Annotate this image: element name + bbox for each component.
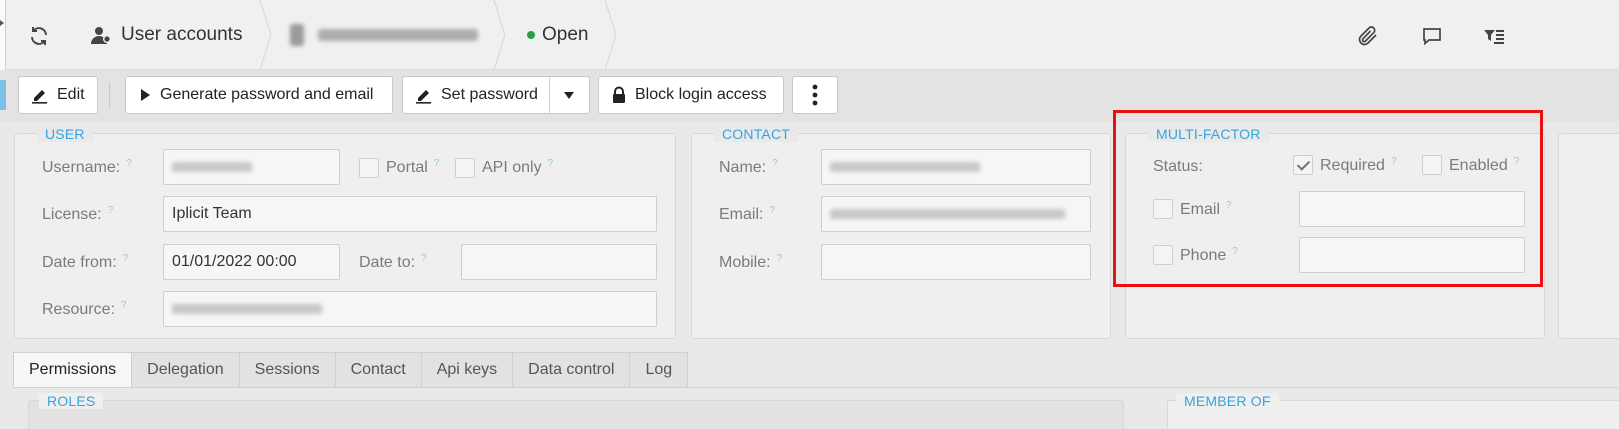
mfa-email-label: Email?: [1180, 200, 1232, 218]
contact-mobile-field[interactable]: [821, 244, 1091, 280]
user-section-title: USER: [37, 126, 93, 142]
mfa-required-checkbox[interactable]: [1293, 155, 1313, 175]
comment-icon[interactable]: [1420, 24, 1444, 48]
date-from-value: 01/01/2022 00:00: [172, 253, 297, 270]
breadcrumb-user-accounts-label: User accounts: [121, 24, 243, 45]
api-only-label: API only?: [482, 158, 554, 176]
member-of-panel: MEMBER OF: [1167, 393, 1619, 429]
portal-label: Portal?: [386, 158, 440, 176]
tab-log[interactable]: Log: [630, 352, 689, 388]
mfa-required-label: Required?: [1320, 156, 1397, 174]
chevron-down-icon[interactable]: [563, 90, 575, 100]
edit-button-label: Edit: [57, 86, 85, 103]
license-label: License:?: [42, 205, 114, 223]
dropdown-divider: [549, 77, 550, 113]
person-icon-redacted: [290, 24, 304, 46]
action-toolbar: Edit Generate password and email Set pas…: [0, 70, 1619, 122]
tab-contact[interactable]: Contact: [335, 352, 422, 388]
mfa-enabled-checkbox[interactable]: [1422, 155, 1442, 175]
contact-name-field[interactable]: [821, 149, 1091, 185]
contact-email-label: Email:?: [719, 205, 776, 223]
paperclip-icon[interactable]: [1356, 24, 1380, 48]
contact-name-label: Name:?: [719, 158, 778, 176]
contact-email-field[interactable]: [821, 196, 1091, 232]
breadcrumb-separator: [604, 0, 617, 70]
date-from-label: Date from:?: [42, 253, 129, 271]
member-of-section-title: MEMBER OF: [1176, 393, 1279, 409]
status-badge: Open: [527, 0, 588, 70]
contact-section-title: CONTACT: [714, 126, 799, 142]
date-to-label: Date to:?: [359, 253, 427, 271]
block-login-label: Block login access: [635, 86, 767, 103]
breadcrumb-person[interactable]: [290, 0, 478, 70]
tab-sessions[interactable]: Sessions: [239, 352, 336, 388]
status-dot: [527, 31, 535, 39]
username-field[interactable]: [163, 149, 340, 185]
mfa-phone-checkbox[interactable]: [1153, 245, 1173, 265]
breadcrumb-separator: [493, 0, 506, 70]
generate-password-button[interactable]: Generate password and email: [125, 76, 393, 114]
license-value: Iplicit Team: [172, 205, 252, 222]
tab-underline: [13, 387, 1619, 388]
breadcrumb-user-accounts[interactable]: User accounts: [90, 0, 242, 70]
filter-list-icon[interactable]: [1482, 24, 1506, 48]
top-bar: User accounts Open: [0, 0, 1619, 70]
mfa-status-label: Status:: [1153, 158, 1203, 175]
lock-icon: [613, 86, 625, 103]
date-from-field[interactable]: 01/01/2022 00:00: [163, 244, 340, 280]
sidebar-toggle[interactable]: [0, 0, 6, 70]
breadcrumb-separator: [259, 0, 272, 70]
block-login-button[interactable]: Block login access: [598, 76, 784, 114]
tab-api-keys[interactable]: Api keys: [421, 352, 514, 388]
mfa-phone-label: Phone?: [1180, 246, 1238, 264]
roles-panel: ROLES: [28, 393, 1124, 429]
license-field[interactable]: Iplicit Team: [163, 196, 657, 232]
api-only-checkbox[interactable]: [455, 158, 475, 178]
more-vertical-icon: [812, 84, 818, 106]
tab-delegation[interactable]: Delegation: [132, 352, 240, 388]
roles-section-title: ROLES: [39, 393, 104, 409]
mfa-email-checkbox[interactable]: [1153, 199, 1173, 219]
more-actions-button[interactable]: [792, 76, 838, 114]
portal-checkbox[interactable]: [359, 158, 379, 178]
username-label: Username:?: [42, 158, 132, 176]
pencil-icon: [416, 90, 431, 104]
contact-mobile-label: Mobile:?: [719, 253, 783, 271]
mfa-phone-field[interactable]: [1299, 237, 1525, 273]
edit-button[interactable]: Edit: [18, 76, 98, 114]
pencil-icon: [32, 90, 47, 104]
mfa-email-field[interactable]: [1299, 191, 1525, 227]
set-password-label: Set password: [441, 86, 538, 103]
resource-field[interactable]: [163, 291, 657, 327]
tab-permissions[interactable]: Permissions: [13, 352, 133, 388]
status-label: Open: [542, 24, 589, 45]
refresh-icon[interactable]: [27, 24, 51, 48]
mfa-enabled-label: Enabled?: [1449, 156, 1520, 174]
resource-label: Resource:?: [42, 300, 127, 318]
set-password-button[interactable]: Set password: [402, 76, 590, 114]
date-to-field[interactable]: [461, 244, 657, 280]
person-name-redacted: [318, 29, 478, 41]
sidebar-active-marker: [0, 80, 6, 110]
tab-data-control[interactable]: Data control: [513, 352, 631, 388]
play-icon: [141, 89, 150, 101]
toolbar-divider: [109, 82, 110, 108]
multi-factor-section-title: MULTI-FACTOR: [1148, 126, 1269, 142]
detail-tabs: Permissions Delegation Sessions Contact …: [13, 352, 689, 388]
user-accounts-icon: [91, 27, 111, 44]
side-panel-edge: [1558, 133, 1619, 339]
generate-password-label: Generate password and email: [160, 86, 374, 103]
